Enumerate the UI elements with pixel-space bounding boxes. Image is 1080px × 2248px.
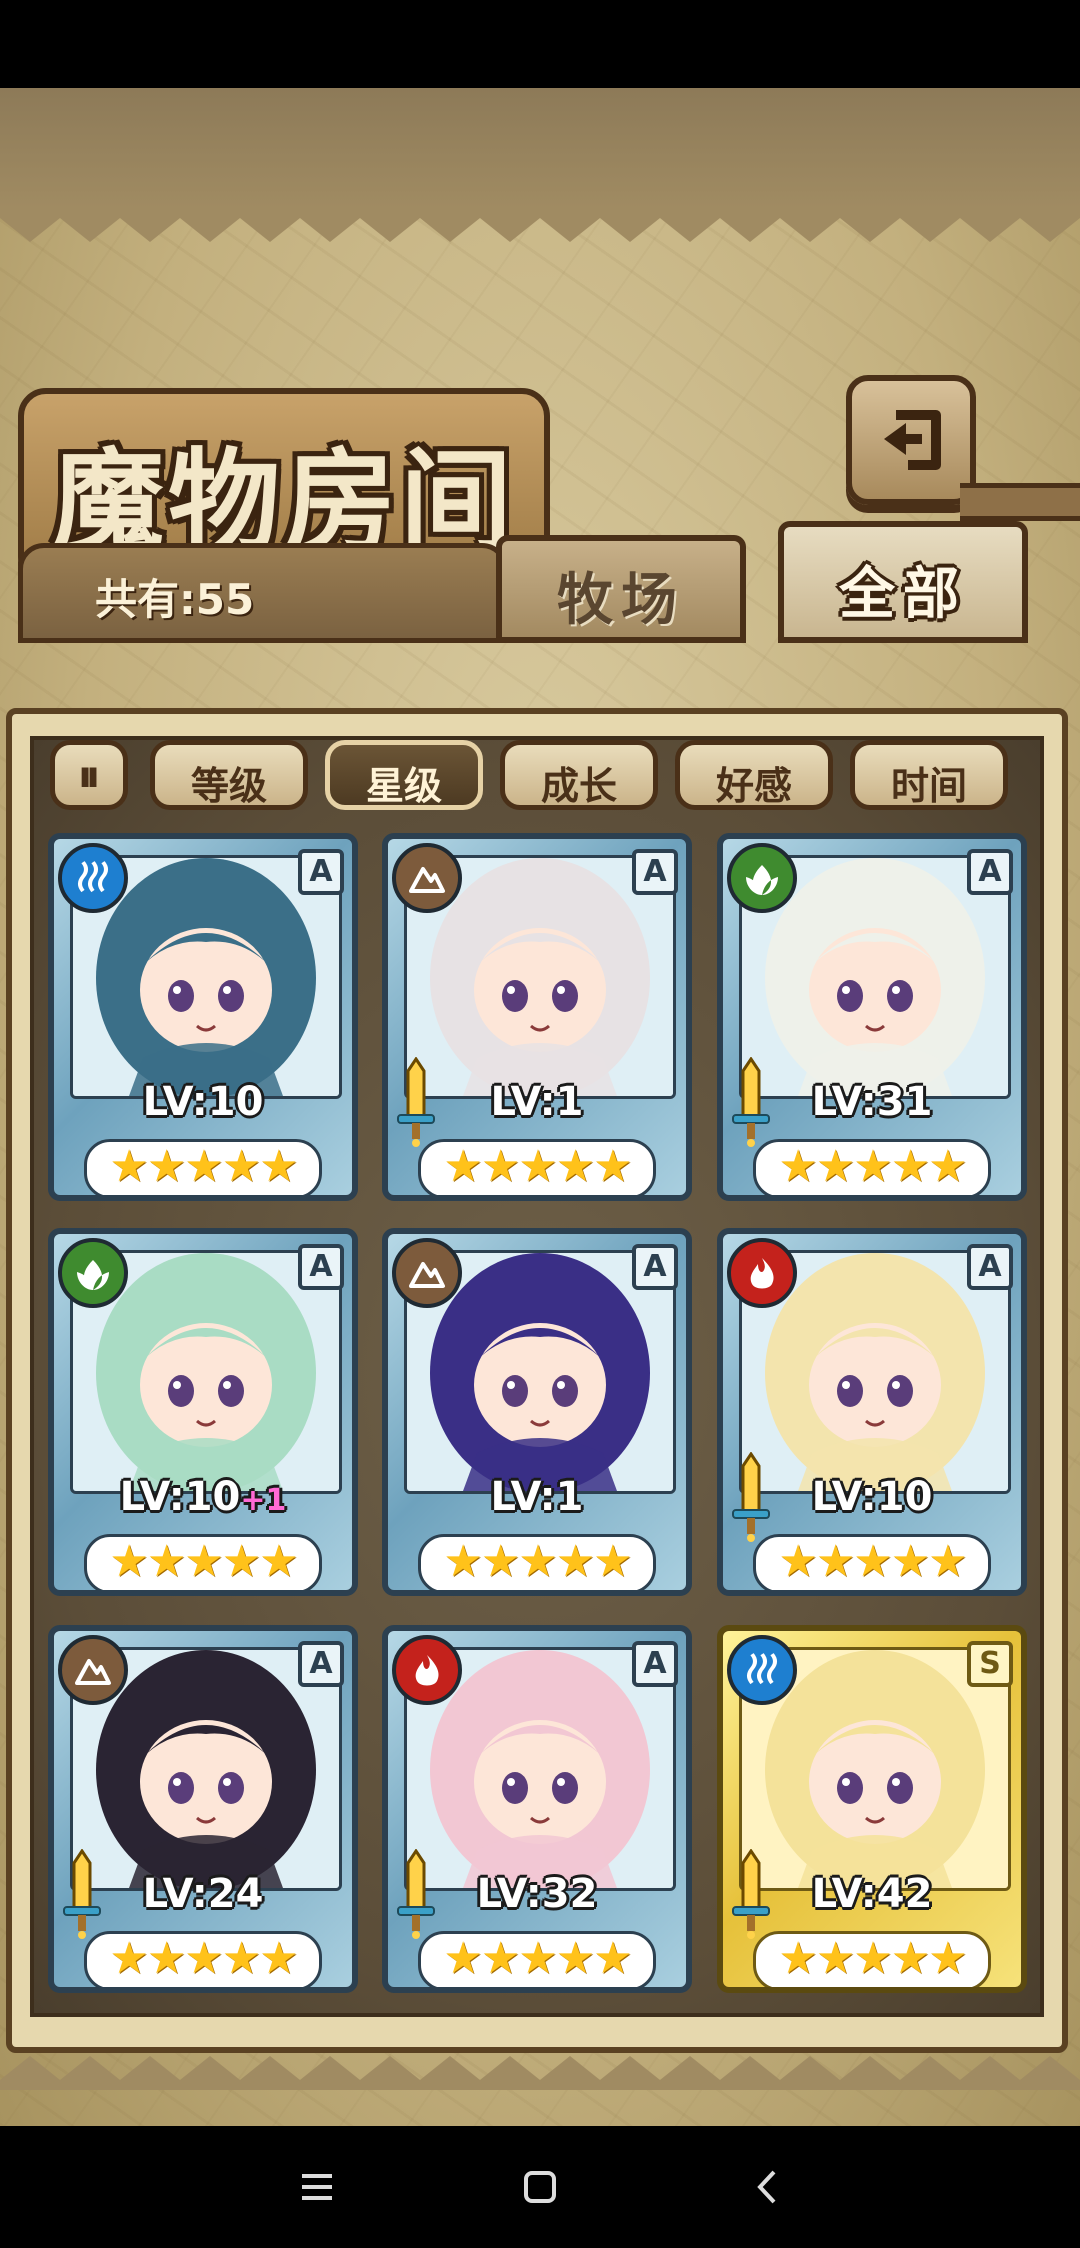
level-value: LV:24	[142, 1871, 264, 1917]
element-water-icon	[727, 1635, 797, 1705]
system-nav-bar	[0, 2126, 1080, 2248]
level-label: LV:42	[723, 1871, 1021, 1917]
sort-order-toggle[interactable]: ⏸	[50, 740, 128, 810]
zigzag-border-bottom	[0, 2056, 1080, 2090]
rank-badge: A	[967, 1244, 1013, 1290]
star-rating: ★★★★★	[753, 1931, 991, 1987]
star-icons: ★★★★★	[109, 1536, 298, 1587]
level-value: LV:32	[476, 1871, 598, 1917]
element-fire-icon	[392, 1635, 462, 1705]
level-label: LV:1	[388, 1079, 686, 1125]
tab-ranch[interactable]: 牧场	[496, 535, 746, 643]
monster-card[interactable]: A LV:10 ★★★★★	[48, 833, 358, 1201]
monster-card[interactable]: A LV:31 ★★★★★	[717, 833, 1027, 1201]
star-rating: ★★★★★	[418, 1931, 656, 1987]
rank-badge: A	[967, 849, 1013, 895]
element-earth-icon	[392, 1238, 462, 1308]
star-icons: ★★★★★	[778, 1141, 967, 1192]
monster-card[interactable]: A LV:10+1 ★★★★★	[48, 1228, 358, 1596]
level-value: LV:10	[119, 1474, 241, 1520]
star-rating: ★★★★★	[84, 1931, 322, 1987]
star-icons: ★★★★★	[109, 1933, 298, 1984]
level-label: LV:1	[388, 1474, 686, 1520]
level-label: LV:10	[723, 1474, 1021, 1520]
level-value: LV:31	[811, 1079, 933, 1125]
star-icons: ★★★★★	[778, 1536, 967, 1587]
sort-by-level-label: 等级	[190, 764, 267, 808]
level-value: LV:10	[811, 1474, 933, 1520]
back-button[interactable]	[846, 375, 976, 505]
monster-count-bar: 共有:55	[18, 543, 508, 643]
rank-badge: S	[967, 1641, 1013, 1687]
sort-by-stars-button[interactable]: 星级	[325, 740, 483, 810]
tab-ranch-label: 牧场	[557, 568, 685, 633]
level-label: LV:31	[723, 1079, 1021, 1125]
tab-row: 共有:55 牧场 全部	[18, 521, 1063, 643]
rank-badge: A	[298, 1641, 344, 1687]
sort-by-growth-label: 成长	[540, 764, 617, 808]
star-rating: ★★★★★	[418, 1534, 656, 1590]
sort-order-icon: ⏸	[78, 751, 100, 802]
monster-card[interactable]: A LV:24 ★★★★★	[48, 1625, 358, 1993]
monster-count: 共有:55	[95, 575, 255, 624]
title-rail	[960, 483, 1080, 521]
star-icons: ★★★★★	[443, 1536, 632, 1587]
status-bar	[0, 0, 1080, 88]
sort-by-stars-label: 星级	[365, 764, 442, 808]
star-rating: ★★★★★	[418, 1139, 656, 1195]
monster-card[interactable]: A LV:32 ★★★★★	[382, 1625, 692, 1993]
star-icons: ★★★★★	[778, 1933, 967, 1984]
rank-badge: A	[632, 849, 678, 895]
level-value: LV:1	[490, 1474, 584, 1520]
level-label: LV:24	[54, 1871, 352, 1917]
star-rating: ★★★★★	[84, 1534, 322, 1590]
sort-by-affinity-label: 好感	[715, 764, 792, 808]
star-icons: ★★★★★	[443, 1141, 632, 1192]
level-value: LV:10	[142, 1079, 264, 1125]
zigzag-border-top	[0, 208, 1080, 242]
star-icons: ★★★★★	[109, 1141, 298, 1192]
element-wood-icon	[727, 843, 797, 913]
monster-card[interactable]: A LV:10 ★★★★★	[717, 1228, 1027, 1596]
element-water-icon	[58, 843, 128, 913]
star-rating: ★★★★★	[753, 1139, 991, 1195]
rank-badge: A	[298, 1244, 344, 1290]
monster-card[interactable]: A LV:1 ★★★★★	[382, 833, 692, 1201]
home-icon[interactable]	[515, 2162, 565, 2212]
tab-all[interactable]: 全部	[778, 521, 1028, 643]
monster-card[interactable]: S LV:42 ★★★★★	[717, 1625, 1027, 1993]
sort-by-growth-button[interactable]: 成长	[500, 740, 658, 810]
rank-badge: A	[632, 1244, 678, 1290]
back-arrow-icon[interactable]	[742, 2162, 792, 2212]
rank-badge: A	[632, 1641, 678, 1687]
element-earth-icon	[392, 843, 462, 913]
top-map-band	[0, 88, 1080, 214]
return-arrow-icon	[884, 410, 941, 470]
sort-by-level-button[interactable]: 等级	[150, 740, 308, 810]
element-wood-icon	[58, 1238, 128, 1308]
level-bonus: +1	[240, 1483, 287, 1518]
monster-room-screen: 魔物房间 共有:55 牧场 全部 ⏸ 等级 星级 成长 好感 时间 A LV:1…	[0, 88, 1080, 2126]
tab-all-label: 全部	[839, 562, 967, 627]
level-value: LV:1	[490, 1079, 584, 1125]
level-value: LV:42	[811, 1871, 933, 1917]
sort-by-affinity-button[interactable]: 好感	[675, 740, 833, 810]
monster-card[interactable]: A LV:1 ★★★★★	[382, 1228, 692, 1596]
star-rating: ★★★★★	[84, 1139, 322, 1195]
star-rating: ★★★★★	[753, 1534, 991, 1590]
sort-by-time-button[interactable]: 时间	[850, 740, 1008, 810]
menu-icon[interactable]	[292, 2162, 342, 2212]
element-earth-icon	[58, 1635, 128, 1705]
level-label: LV:10	[54, 1079, 352, 1125]
level-label: LV:10+1	[54, 1474, 352, 1520]
level-label: LV:32	[388, 1871, 686, 1917]
sort-by-time-label: 时间	[890, 764, 967, 808]
rank-badge: A	[298, 849, 344, 895]
star-icons: ★★★★★	[443, 1933, 632, 1984]
element-fire-icon	[727, 1238, 797, 1308]
